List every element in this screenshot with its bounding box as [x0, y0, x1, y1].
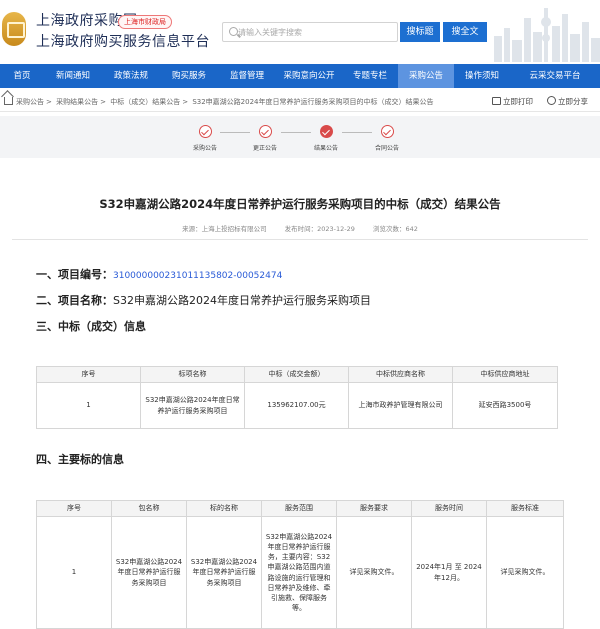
- nav-item-home[interactable]: 首页: [0, 64, 44, 88]
- table-header-row: 序号 包名称 标的名称 服务范围 服务要求 服务时间 服务标准: [36, 500, 564, 517]
- table-cell: S32申嘉湖公路2024年度日常养护运行服务，主要内容：S32申嘉湖公路范围内道…: [261, 516, 337, 629]
- page-title: S32申嘉湖公路2024年度日常养护运行服务采购项目的中标（成交）结果公告: [99, 197, 501, 211]
- project-name-value: S32申嘉湖公路2024年度日常养护运行服务采购项目: [113, 294, 371, 307]
- table-row: 1 S32申嘉湖公路2024年度日常养护运行服务采购项目 S32申嘉湖公路202…: [36, 516, 564, 629]
- table-header-cell: 标的名称: [186, 500, 262, 517]
- table-cell: 延安西路3500号: [452, 382, 558, 429]
- table-cell: 上海市政养护管理有限公司: [348, 382, 453, 429]
- table-header-cell: 服务要求: [336, 500, 412, 517]
- nav-item-news[interactable]: 新闻通知: [44, 64, 102, 88]
- share-label: 立即分享: [558, 97, 588, 106]
- finance-bureau-tag: 上海市财政局: [118, 15, 172, 29]
- breadcrumb-item[interactable]: 采购公告: [16, 98, 44, 106]
- nav-item-purchase-service[interactable]: 购买服务: [160, 64, 218, 88]
- step-correction-notice[interactable]: 更正公告: [235, 125, 295, 152]
- home-icon[interactable]: [4, 97, 13, 105]
- share-icon: [547, 96, 556, 105]
- nav-item-policy[interactable]: 政策法规: [102, 64, 160, 88]
- subject-table: 序号 包名称 标的名称 服务范围 服务要求 服务时间 服务标准 1 S32申嘉湖…: [36, 500, 564, 629]
- article-source: 来源：上海上投招标有限公司: [182, 225, 267, 233]
- breadcrumb-separator: >: [46, 98, 52, 106]
- nav-item-topics[interactable]: 专题专栏: [342, 64, 398, 88]
- print-label: 立即打印: [503, 97, 533, 106]
- nav-item-announcements[interactable]: 采购公告: [398, 64, 454, 88]
- table-header-cell: 序号: [36, 366, 141, 383]
- step-label: 结果公告: [313, 145, 338, 152]
- table-header-cell: 中标供应商名称: [348, 366, 453, 383]
- section-project-name: 二、项目名称：S32申嘉湖公路2024年度日常养护运行服务采购项目: [36, 292, 371, 308]
- table-cell: 1: [36, 382, 141, 429]
- table-cell: S32申嘉湖公路2024年度日常养护运行服务采购项目: [111, 516, 187, 629]
- search-placeholder: 请输入关键字搜索: [238, 28, 302, 37]
- section-project-number: 一、项目编号：310000000231011135802-00052474: [36, 266, 282, 282]
- section-subject-heading: 四、主要标的信息: [36, 453, 124, 466]
- share-button[interactable]: 立即分享: [547, 96, 588, 107]
- nav-item-supervision[interactable]: 监督管理: [218, 64, 276, 88]
- table-cell: S32申嘉湖公路2024年度日常养护运行服务采购项目: [186, 516, 262, 629]
- search-title-button[interactable]: 搜标题: [400, 22, 440, 42]
- breadcrumb: 采购公告 > 采购结果公告 > 中标（成交）结果公告 > S32申嘉湖公路2024年度…: [0, 92, 600, 112]
- main-nav: 首页 新闻通知 政策法规 购买服务 监督管理 采购意向公开 专题专栏 采购公告 …: [0, 64, 600, 88]
- table-header-cell: 服务标准: [486, 500, 564, 517]
- table-header-cell: 服务范围: [261, 500, 337, 517]
- divider: [12, 239, 588, 240]
- table-cell: 2024年1月 至 2024年12月。: [411, 516, 487, 629]
- table-header-row: 序号 标项名称 中标（成交金额） 中标供应商名称 中标供应商地址: [36, 366, 558, 383]
- table-header-cell: 包名称: [111, 500, 187, 517]
- site-logo[interactable]: [2, 12, 26, 46]
- project-number-link[interactable]: 310000000231011135802-00052474: [113, 271, 282, 281]
- nav-item-instructions[interactable]: 操作须知: [454, 64, 510, 88]
- check-icon: [258, 125, 272, 138]
- step-contract-notice[interactable]: 合同公告: [357, 125, 417, 152]
- article-meta: 来源：上海上投招标有限公司 发布时间：2023-12-29 浏览次数：642: [0, 223, 600, 233]
- article-published: 发布时间：2023-12-29: [284, 225, 355, 233]
- table-cell: 1: [36, 516, 112, 629]
- breadcrumb-current: S32申嘉湖公路2024年度日常养护运行服务采购项目的中标（成交）结果公告: [192, 98, 434, 106]
- table-header-cell: 标项名称: [140, 366, 245, 383]
- step-label: 合同公告: [374, 145, 399, 152]
- article-views: 浏览次数：642: [373, 225, 418, 233]
- award-table: 序号 标项名称 中标（成交金额） 中标供应商名称 中标供应商地址 1 S32申嘉…: [36, 366, 558, 429]
- nav-item-intent[interactable]: 采购意向公开: [276, 64, 342, 88]
- step-result-notice[interactable]: 结果公告: [296, 125, 356, 152]
- step-label: 采购公告: [192, 145, 217, 152]
- step-purchase-notice[interactable]: 采购公告: [175, 125, 235, 152]
- site-header: 上海政府采购网 上海市财政局 上海政府购买服务信息平台 请输入关键字搜索 搜标题…: [0, 0, 600, 62]
- section-award-heading: 三、中标（成交）信息: [36, 320, 146, 333]
- check-icon: [198, 125, 212, 138]
- search-icon: [229, 27, 238, 36]
- section-label: 二、项目名称：: [36, 294, 113, 307]
- table-header-cell: 中标供应商地址: [452, 366, 558, 383]
- table-cell: 135962107.00元: [244, 382, 349, 429]
- table-cell: S32申嘉湖公路2024年度日常养护运行服务采购项目: [140, 382, 245, 429]
- search-fulltext-button[interactable]: 搜全文: [443, 22, 487, 42]
- table-header-cell: 中标（成交金额）: [244, 366, 349, 383]
- breadcrumb-separator: >: [182, 98, 189, 106]
- table-header-cell: 序号: [36, 500, 112, 517]
- check-icon: [380, 125, 394, 138]
- search-input[interactable]: 请输入关键字搜索: [222, 22, 398, 42]
- breadcrumb-item[interactable]: 中标（成交）结果公告: [110, 98, 180, 106]
- step-label: 更正公告: [252, 145, 277, 152]
- table-row: 1 S32申嘉湖公路2024年度日常养护运行服务采购项目 135962107.0…: [36, 382, 558, 429]
- table-header-cell: 服务时间: [411, 500, 487, 517]
- city-skyline-illustration: [494, 8, 600, 62]
- breadcrumb-item[interactable]: 采购结果公告: [56, 98, 98, 106]
- print-button[interactable]: 立即打印: [492, 96, 533, 107]
- nav-item-cloud-platform[interactable]: 云采交易平台: [510, 64, 600, 88]
- check-icon: [319, 125, 333, 138]
- table-cell: 详见采购文件。: [486, 516, 564, 629]
- printer-icon: [492, 97, 501, 105]
- table-cell: 详见采购文件。: [336, 516, 412, 629]
- section-label: 一、项目编号：: [36, 268, 113, 281]
- breadcrumb-separator: >: [100, 98, 106, 106]
